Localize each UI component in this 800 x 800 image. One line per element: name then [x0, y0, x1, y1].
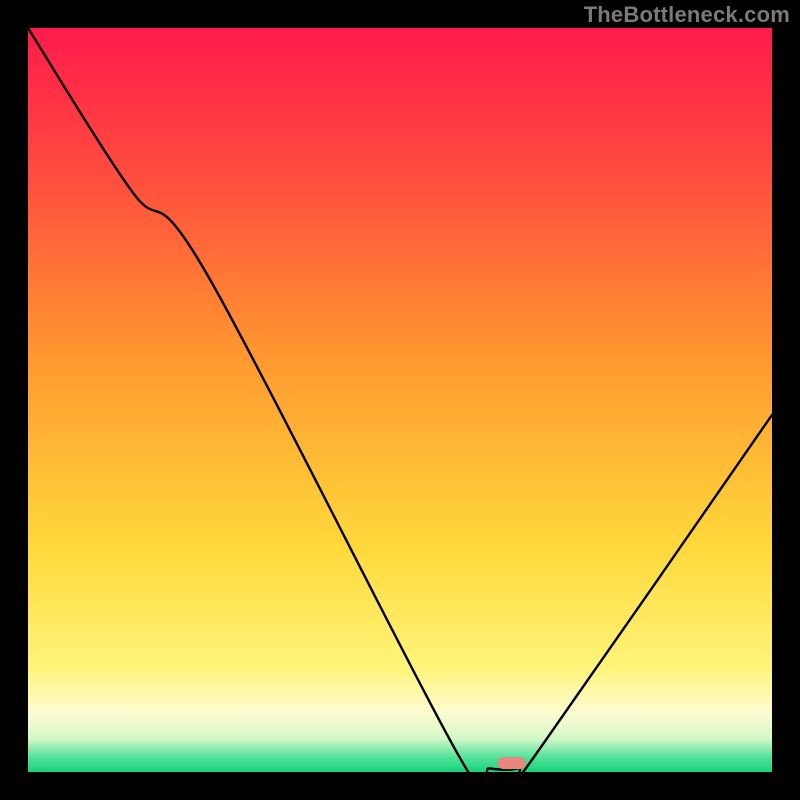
bottleneck-chart: [0, 0, 800, 800]
plot-background: [28, 28, 772, 772]
optimal-marker: [498, 757, 526, 769]
chart-container: TheBottleneck.com: [0, 0, 800, 800]
watermark-text: TheBottleneck.com: [584, 2, 790, 28]
